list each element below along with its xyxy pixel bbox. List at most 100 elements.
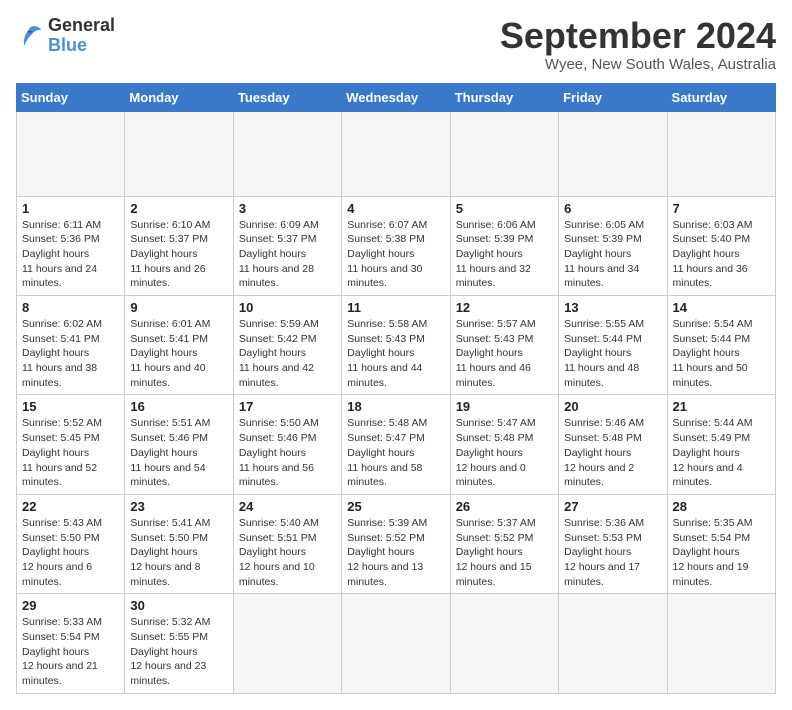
calendar-cell-1-6: 7 Sunrise: 6:03 AMSunset: 5:40 PMDaylight… [667,196,775,295]
calendar-cell-0-2 [233,111,341,196]
day-number: 30 [130,598,227,613]
calendar-cell-0-1 [125,111,233,196]
calendar-cell-1-2: 3 Sunrise: 6:09 AMSunset: 5:37 PMDaylight… [233,196,341,295]
day-number: 15 [22,399,119,414]
day-info: Sunrise: 5:39 AMSunset: 5:52 PMDaylight … [347,516,444,589]
logo-text-blue: Blue [48,36,115,56]
calendar-cell-0-4 [450,111,558,196]
calendar-cell-1-4: 5 Sunrise: 6:06 AMSunset: 5:39 PMDaylight… [450,196,558,295]
day-info: Sunrise: 5:57 AMSunset: 5:43 PMDaylight … [456,317,553,390]
calendar-cell-1-1: 2 Sunrise: 6:10 AMSunset: 5:37 PMDaylight… [125,196,233,295]
day-number: 1 [22,201,119,216]
calendar-cell-0-0 [17,111,125,196]
day-number: 2 [130,201,227,216]
calendar-table: SundayMondayTuesdayWednesdayThursdayFrid… [16,83,776,694]
weekday-header-sunday: Sunday [17,83,125,111]
calendar-cell-2-3: 11Sunrise: 5:58 AMSunset: 5:43 PMDayligh… [342,296,450,395]
week-row-0 [17,111,776,196]
weekday-header-saturday: Saturday [667,83,775,111]
day-number: 8 [22,300,119,315]
calendar-cell-4-1: 23 Sunrise: 5:41 AMSunset: 5:50 PMDayligh… [125,494,233,593]
weekday-header-monday: Monday [125,83,233,111]
day-number: 14 [673,300,770,315]
title-section: September 2024 Wyee, New South Wales, Au… [500,16,776,73]
calendar-cell-2-0: 8 Sunrise: 6:02 AMSunset: 5:41 PMDaylight… [17,296,125,395]
page-header: General Blue September 2024 Wyee, New So… [16,16,776,73]
week-row-5: 29 Sunrise: 5:33 AMSunset: 5:54 PMDayligh… [17,594,776,693]
calendar-cell-4-3: 25Sunrise: 5:39 AMSunset: 5:52 PMDayligh… [342,494,450,593]
day-number: 29 [22,598,119,613]
calendar-cell-2-2: 10Sunrise: 5:59 AMSunset: 5:42 PMDayligh… [233,296,341,395]
calendar-cell-1-3: 4Sunrise: 6:07 AMSunset: 5:38 PMDaylight… [342,196,450,295]
day-number: 18 [347,399,444,414]
day-info: Sunrise: 5:54 AMSunset: 5:44 PMDaylight … [673,317,770,390]
day-number: 5 [456,201,553,216]
day-number: 3 [239,201,336,216]
calendar-cell-5-5 [559,594,667,693]
day-info: Sunrise: 5:55 AMSunset: 5:44 PMDaylight … [564,317,661,390]
day-number: 9 [130,300,227,315]
week-row-2: 8 Sunrise: 6:02 AMSunset: 5:41 PMDaylight… [17,296,776,395]
weekday-header-thursday: Thursday [450,83,558,111]
calendar-cell-3-6: 21Sunrise: 5:44 AMSunset: 5:49 PMDayligh… [667,395,775,494]
day-info: Sunrise: 5:50 AMSunset: 5:46 PMDaylight … [239,416,336,489]
calendar-cell-4-6: 28 Sunrise: 5:35 AMSunset: 5:54 PMDayligh… [667,494,775,593]
day-info: Sunrise: 6:02 AMSunset: 5:41 PMDaylight … [22,317,119,390]
calendar-cell-5-0: 29 Sunrise: 5:33 AMSunset: 5:54 PMDayligh… [17,594,125,693]
day-info: Sunrise: 5:58 AMSunset: 5:43 PMDaylight … [347,317,444,390]
calendar-cell-3-4: 19 Sunrise: 5:47 AMSunset: 5:48 PMDayligh… [450,395,558,494]
day-info: Sunrise: 5:35 AMSunset: 5:54 PMDaylight … [673,516,770,589]
day-number: 12 [456,300,553,315]
day-number: 6 [564,201,661,216]
logo-text-general: General [48,16,115,36]
calendar-cell-2-1: 9 Sunrise: 6:01 AMSunset: 5:41 PMDaylight… [125,296,233,395]
day-info: Sunrise: 6:09 AMSunset: 5:37 PMDaylight … [239,218,336,291]
day-info: Sunrise: 5:37 AMSunset: 5:52 PMDaylight … [456,516,553,589]
weekday-header-wednesday: Wednesday [342,83,450,111]
day-info: Sunrise: 6:06 AMSunset: 5:39 PMDaylight … [456,218,553,291]
day-number: 27 [564,499,661,514]
day-number: 7 [673,201,770,216]
day-info: Sunrise: 5:51 AMSunset: 5:46 PMDaylight … [130,416,227,489]
calendar-cell-4-0: 22Sunrise: 5:43 AMSunset: 5:50 PMDayligh… [17,494,125,593]
day-info: Sunrise: 5:48 AMSunset: 5:47 PMDaylight … [347,416,444,489]
day-number: 19 [456,399,553,414]
calendar-cell-3-2: 17Sunrise: 5:50 AMSunset: 5:46 PMDayligh… [233,395,341,494]
calendar-cell-5-6 [667,594,775,693]
calendar-cell-4-4: 26 Sunrise: 5:37 AMSunset: 5:52 PMDayligh… [450,494,558,593]
weekday-header-row: SundayMondayTuesdayWednesdayThursdayFrid… [17,83,776,111]
calendar-cell-1-0: 1Sunrise: 6:11 AMSunset: 5:36 PMDaylight… [17,196,125,295]
day-info: Sunrise: 5:32 AMSunset: 5:55 PMDaylight … [130,615,227,688]
calendar-cell-0-3 [342,111,450,196]
day-info: Sunrise: 5:36 AMSunset: 5:53 PMDaylight … [564,516,661,589]
calendar-cell-0-6 [667,111,775,196]
logo-icon [16,22,44,50]
day-info: Sunrise: 5:41 AMSunset: 5:50 PMDaylight … [130,516,227,589]
day-info: Sunrise: 5:33 AMSunset: 5:54 PMDaylight … [22,615,119,688]
weekday-header-tuesday: Tuesday [233,83,341,111]
day-info: Sunrise: 6:03 AMSunset: 5:40 PMDaylight … [673,218,770,291]
day-number: 22 [22,499,119,514]
calendar-cell-3-3: 18 Sunrise: 5:48 AMSunset: 5:47 PMDayligh… [342,395,450,494]
day-number: 24 [239,499,336,514]
day-number: 20 [564,399,661,414]
day-number: 26 [456,499,553,514]
day-info: Sunrise: 5:52 AMSunset: 5:45 PMDaylight … [22,416,119,489]
calendar-cell-0-5 [559,111,667,196]
calendar-cell-5-3 [342,594,450,693]
day-info: Sunrise: 5:47 AMSunset: 5:48 PMDaylight … [456,416,553,489]
week-row-1: 1Sunrise: 6:11 AMSunset: 5:36 PMDaylight… [17,196,776,295]
calendar-cell-5-2 [233,594,341,693]
day-info: Sunrise: 5:44 AMSunset: 5:49 PMDaylight … [673,416,770,489]
day-number: 28 [673,499,770,514]
calendar-cell-3-5: 20Sunrise: 5:46 AMSunset: 5:48 PMDayligh… [559,395,667,494]
day-number: 23 [130,499,227,514]
calendar-cell-2-4: 12 Sunrise: 5:57 AMSunset: 5:43 PMDayligh… [450,296,558,395]
day-info: Sunrise: 6:05 AMSunset: 5:39 PMDaylight … [564,218,661,291]
day-info: Sunrise: 6:01 AMSunset: 5:41 PMDaylight … [130,317,227,390]
calendar-cell-3-1: 16Sunrise: 5:51 AMSunset: 5:46 PMDayligh… [125,395,233,494]
calendar-cell-4-5: 27 Sunrise: 5:36 AMSunset: 5:53 PMDayligh… [559,494,667,593]
day-info: Sunrise: 6:10 AMSunset: 5:37 PMDaylight … [130,218,227,291]
day-number: 13 [564,300,661,315]
month-title: September 2024 [500,16,776,56]
